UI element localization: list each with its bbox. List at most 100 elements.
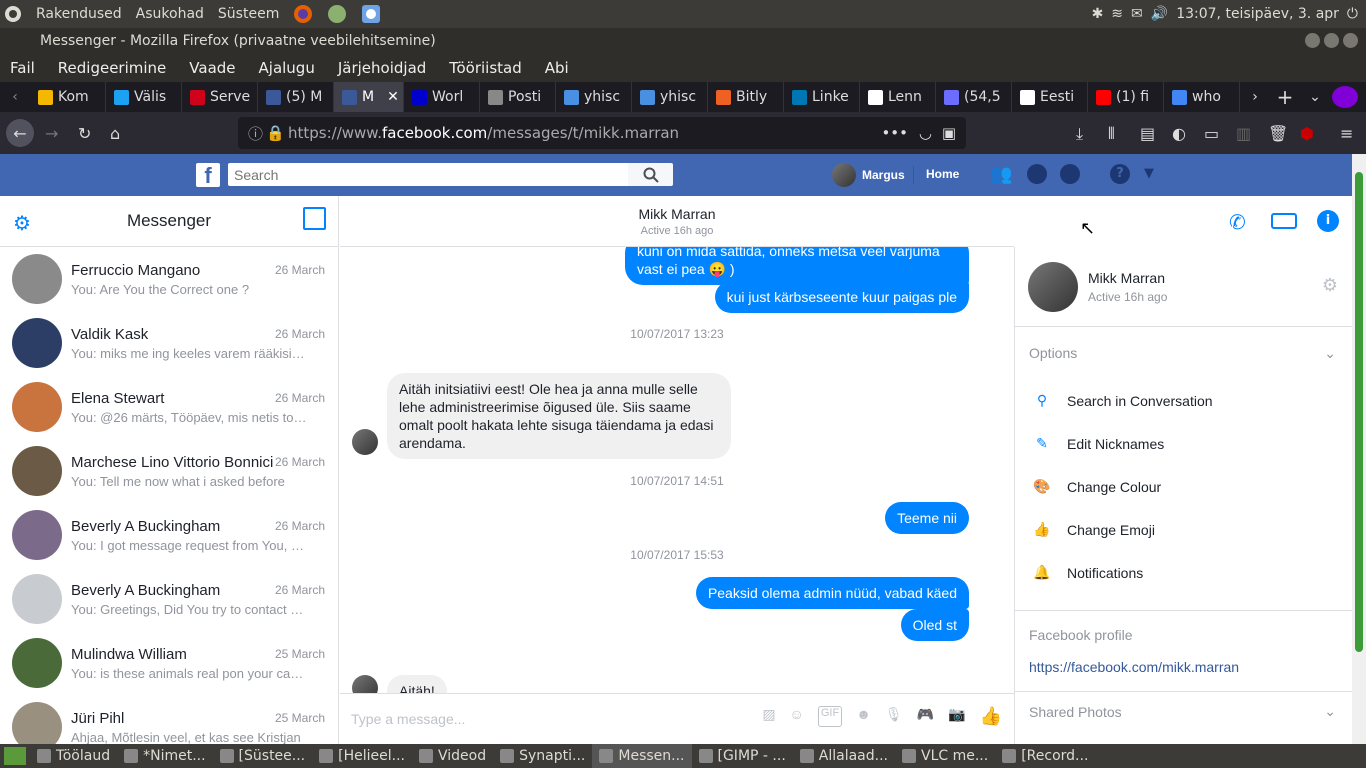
extension-disabled-icon[interactable]: ▥: [1236, 124, 1251, 143]
option-change-emoji[interactable]: 👍 Change Emoji: [1015, 508, 1352, 551]
sticker-icon[interactable]: ▨: [762, 706, 775, 727]
browser-tab[interactable]: Lenn: [860, 82, 936, 112]
taskbar-item[interactable]: [Record...: [995, 744, 1095, 768]
system-menu-system[interactable]: Süsteem: [218, 6, 279, 22]
ublock-icon[interactable]: ⬢: [1300, 124, 1314, 143]
notifications-globe-icon[interactable]: [1060, 164, 1080, 184]
facebook-logo-icon[interactable]: f: [196, 163, 220, 188]
taskbar-item[interactable]: [GIMP - ...: [692, 744, 793, 768]
menu-file[interactable]: Fail: [10, 59, 35, 77]
trash-icon[interactable]: 🗑: [1268, 124, 1288, 143]
chat-contact-name[interactable]: Mikk Marran: [340, 196, 1014, 222]
conversation-item[interactable]: Valdik Kask You: miks me ing keeles varem…: [0, 311, 338, 375]
volume-icon[interactable]: 🔊: [1151, 6, 1168, 22]
power-icon[interactable]: ⏻: [1347, 6, 1358, 22]
settings-gear-icon[interactable]: ⚙: [13, 211, 31, 236]
taskbar-item[interactable]: Videod: [412, 744, 493, 768]
facebook-search-input[interactable]: [228, 163, 628, 186]
taskbar-item[interactable]: Synapti...: [493, 744, 592, 768]
help-icon[interactable]: ?: [1110, 164, 1130, 184]
page-actions-icon[interactable]: •••: [881, 124, 908, 142]
option-search-in-conversation[interactable]: ⚲ Search in Conversation: [1015, 379, 1352, 422]
taskbar-item[interactable]: *Nimet...: [117, 744, 212, 768]
home-link[interactable]: Home: [926, 167, 959, 181]
close-tab-icon[interactable]: ✕: [387, 89, 399, 105]
conversation-item[interactable]: Elena Stewart You: @26 märts, Tööpäev, mi…: [0, 375, 338, 439]
options-section-header[interactable]: Options ⌄: [1015, 327, 1352, 379]
system-menu-apps[interactable]: Rakendused: [36, 6, 122, 22]
library-icon[interactable]: ⫴: [1108, 124, 1115, 144]
system-menu-places[interactable]: Asukohad: [136, 6, 204, 22]
reload-icon[interactable]: ↻: [78, 124, 91, 143]
downloads-icon[interactable]: ⤓: [1076, 124, 1083, 144]
menu-tools[interactable]: Tööriistad: [449, 59, 521, 77]
menu-edit[interactable]: Redigeerimine: [58, 59, 167, 77]
conversation-item[interactable]: Beverly A Buckingham You: I got message r…: [0, 503, 338, 567]
browser-tab[interactable]: Kom: [30, 82, 106, 112]
page-scrollbar[interactable]: [1352, 154, 1366, 744]
account-menu-icon[interactable]: ▼: [1144, 166, 1154, 181]
screenshot-icon[interactable]: ▣: [942, 124, 956, 142]
bluetooth-icon[interactable]: ✱: [1092, 6, 1104, 22]
game-icon[interactable]: 🎮: [917, 706, 934, 727]
profile-link[interactable]: Margus: [832, 163, 905, 187]
friend-requests-icon[interactable]: 👥: [990, 164, 1012, 185]
browser-tab[interactable]: (1) fi: [1088, 82, 1164, 112]
browser-tab[interactable]: (5) M: [258, 82, 334, 112]
mail-icon[interactable]: ✉: [1131, 6, 1143, 22]
browser-tab[interactable]: who: [1164, 82, 1240, 112]
gif-icon[interactable]: GIF: [817, 706, 843, 727]
info-icon[interactable]: ⓘ: [248, 123, 263, 144]
containers-icon[interactable]: ▭: [1204, 124, 1219, 143]
home-icon[interactable]: ⌂: [110, 124, 120, 143]
browser-tab[interactable]: Serve: [182, 82, 258, 112]
menu-help[interactable]: Abi: [545, 59, 569, 77]
message-input[interactable]: Type a message...: [351, 711, 465, 727]
list-tabs-icon[interactable]: ⌄: [1300, 89, 1330, 105]
url-bar[interactable]: ⓘ 🔒 https://www. facebook.com/messages/t/…: [238, 117, 966, 149]
taskbar-item[interactable]: Allalaad...: [793, 744, 895, 768]
maximize-button[interactable]: [1324, 33, 1339, 48]
taskbar-item[interactable]: VLC me...: [895, 744, 995, 768]
phone-call-icon[interactable]: ✆: [1229, 210, 1246, 234]
app-launcher-icon[interactable]: [327, 4, 347, 24]
browser-tab[interactable]: Linke: [784, 82, 860, 112]
extension-icon[interactable]: ◐: [1172, 124, 1186, 143]
wifi-icon[interactable]: ≋: [1111, 6, 1123, 22]
firefox-launcher-icon[interactable]: [293, 4, 313, 24]
conversation-item[interactable]: Mulindwa William You: is these animals re…: [0, 631, 338, 695]
emoji-sticker-icon[interactable]: ☺: [790, 706, 804, 727]
option-edit-nicknames[interactable]: ✎ Edit Nicknames: [1015, 422, 1352, 465]
taskbar-item[interactable]: Töölaud: [30, 744, 117, 768]
messenger-icon[interactable]: [1027, 164, 1047, 184]
show-desktop-icon[interactable]: [4, 747, 26, 765]
conversation-item[interactable]: Marchese Lino Vittorio Bonnici You: Tell …: [0, 439, 338, 503]
browser-tab[interactable]: yhisc: [632, 82, 708, 112]
conversation-info-icon[interactable]: i: [1317, 210, 1339, 232]
scroll-tabs-right-icon[interactable]: ›: [1240, 89, 1270, 105]
conversation-item[interactable]: Jüri Pihl Ahjaa, Mõtlesin veel, et kas se…: [0, 695, 338, 744]
menu-view[interactable]: Vaade: [189, 59, 235, 77]
pocket-icon[interactable]: ◡: [919, 124, 932, 142]
new-tab-icon[interactable]: +: [1270, 85, 1300, 109]
conversation-item[interactable]: Beverly A Buckingham You: Greetings, Did …: [0, 567, 338, 631]
taskbar-item[interactable]: [Helieel...: [312, 744, 412, 768]
menu-history[interactable]: Ajalugu: [259, 59, 315, 77]
browser-tab[interactable]: yhisc: [556, 82, 632, 112]
conversation-item[interactable]: Ferruccio Mangano You: Are You the Correc…: [0, 247, 338, 311]
browser-tab[interactable]: (54,5: [936, 82, 1012, 112]
thumbs-up-icon[interactable]: 👍: [980, 706, 1002, 727]
scroll-tabs-left-icon[interactable]: ‹: [0, 89, 30, 105]
emoji-icon[interactable]: ☻: [856, 706, 871, 727]
search-icon[interactable]: [628, 163, 673, 186]
chromium-launcher-icon[interactable]: [361, 4, 381, 24]
back-icon[interactable]: ←: [6, 119, 34, 147]
browser-tab[interactable]: Bitly: [708, 82, 784, 112]
forward-icon[interactable]: →: [45, 124, 58, 143]
profile-link[interactable]: https://facebook.com/mikk.marran: [1029, 659, 1338, 675]
close-window-button[interactable]: [1343, 33, 1358, 48]
taskbar-item[interactable]: Messen...: [592, 744, 692, 768]
camera-icon[interactable]: 📷: [948, 706, 965, 727]
sidebar-icon[interactable]: ▤: [1140, 124, 1155, 143]
browser-tab[interactable]: Posti: [480, 82, 556, 112]
